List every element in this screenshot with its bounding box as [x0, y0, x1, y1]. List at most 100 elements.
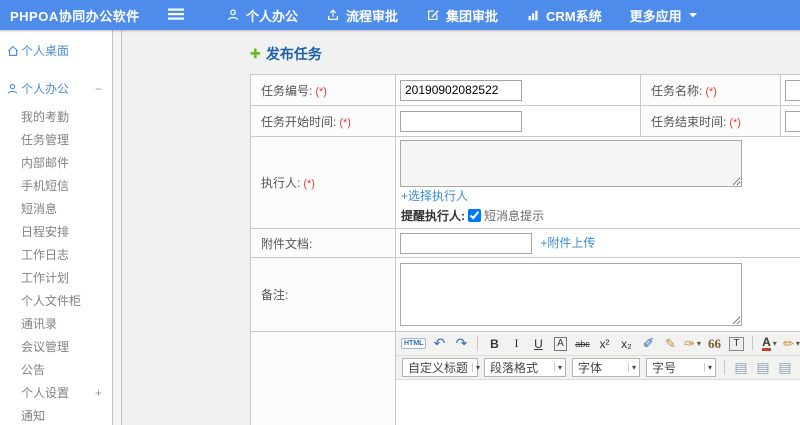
task-no-label-cell: 任务编号: (*)	[250, 74, 396, 106]
sidebar-item-short-message[interactable]: 短消息	[0, 198, 112, 221]
main-menu: 个人办公 流程审批 集团审批 CRM系统 更多应用	[212, 6, 712, 25]
sidebar-item-personal-files[interactable]: 个人文件柜	[0, 290, 112, 313]
remove-format-icon[interactable]: ✐	[639, 334, 657, 353]
subscript-icon[interactable]: x₂	[617, 334, 635, 353]
sidebar-item-notification[interactable]: 通知	[0, 405, 112, 425]
sidebar-item-personal-office[interactable]: 个人办公 −	[0, 74, 112, 104]
paste-as-text-icon[interactable]: T	[727, 334, 745, 353]
task-no-input[interactable]	[400, 79, 522, 101]
superscript-icon[interactable]: x²	[595, 334, 613, 353]
font-color-icon[interactable]: A ▾	[760, 334, 778, 353]
remark-textarea[interactable]	[400, 263, 742, 326]
editor-toolbar-row2: 自定义标题 ▾ 段落格式 ▾ 字体 ▾ 字号 ▾ ▤ ▤ ▤	[396, 356, 800, 380]
required-mark: (*)	[729, 116, 741, 129]
caret-down-icon: ▾	[553, 363, 562, 372]
start-time-label-cell: 任务开始时间: (*)	[250, 105, 396, 137]
font-style-box-icon[interactable]: A	[551, 334, 569, 353]
redo-icon[interactable]: ↷	[452, 334, 470, 353]
blockquote-icon[interactable]: 66	[705, 334, 723, 353]
sidebar-item-work-plan[interactable]: 工作计划	[0, 267, 112, 290]
sidebar: 个人桌面 个人办公 − 我的考勤 任务管理 内部邮件 手机短信 短消息 日程安排…	[0, 30, 112, 425]
remind-executor-label: 提醒执行人:	[401, 209, 465, 223]
content-label-cell	[250, 331, 396, 425]
font-size-select[interactable]: 字号 ▾	[646, 358, 716, 377]
sidebar-item-announcement[interactable]: 公告	[0, 359, 112, 382]
sidebar-item-meeting-management[interactable]: 会议管理	[0, 336, 112, 359]
attachment-label-cell: 附件文档:	[250, 228, 396, 258]
sidebar-item-personal-settings[interactable]: 个人设置 +	[0, 382, 112, 405]
html-source-icon[interactable]: HTML	[401, 334, 427, 353]
sms-remind-label: 短消息提示	[484, 209, 545, 223]
align-left-icon[interactable]: ▤	[732, 358, 750, 377]
nav-crm-system[interactable]: CRM系统	[526, 6, 602, 25]
hamburger-icon	[168, 7, 184, 24]
attachment-upload-link[interactable]: +附件上传	[540, 236, 595, 251]
underline-icon[interactable]: U	[529, 334, 547, 353]
sidebar-item-schedule[interactable]: 日程安排	[0, 221, 112, 244]
edit-icon	[426, 8, 440, 22]
caret-down-icon: ▾	[627, 363, 636, 372]
align-right-icon[interactable]: ▤	[776, 358, 794, 377]
editor-content-area[interactable]	[396, 380, 800, 425]
main-content: ✚ 发布任务 任务编号:(*) 任务名称:(*)	[122, 30, 800, 425]
person-icon	[226, 8, 240, 22]
nav-process-approval[interactable]: 流程审批	[326, 6, 398, 25]
clean-brush-icon[interactable]: ✎	[661, 334, 679, 353]
task-name-label-cell: 任务名称: (*)	[640, 74, 781, 106]
menu-toggle-button[interactable]	[168, 7, 184, 24]
undo-icon[interactable]: ↶	[430, 334, 448, 353]
sidebar-item-work-log[interactable]: 工作日志	[0, 244, 112, 267]
nav-personal-office[interactable]: 个人办公	[226, 6, 298, 25]
caret-down-icon: ▾	[472, 363, 480, 372]
sms-remind-checkbox[interactable]	[468, 209, 481, 222]
editor-toolbar-row1: HTML ↶ ↷ B I U A abc x² x₂ ✐ ✎ ✑ ▾ 66 T …	[396, 332, 800, 356]
format-painter-icon[interactable]: ✑ ▾	[683, 334, 701, 353]
sidebar-item-mobile-sms[interactable]: 手机短信	[0, 175, 112, 198]
executor-textarea[interactable]	[400, 140, 742, 187]
plus-icon: ✚	[250, 46, 261, 61]
select-executor-link[interactable]: +选择执行人	[401, 189, 468, 204]
sidebar-item-task-management[interactable]: 任务管理	[0, 129, 112, 152]
sidebar-scrollbar[interactable]	[112, 30, 122, 425]
task-name-input[interactable]	[785, 79, 800, 101]
nav-more-apps[interactable]: 更多应用	[630, 6, 698, 25]
font-family-select[interactable]: 字体 ▾	[572, 358, 640, 377]
bold-icon[interactable]: B	[485, 334, 503, 353]
caret-down-icon	[688, 11, 698, 19]
required-mark: (*)	[303, 178, 315, 190]
sidebar-item-contacts[interactable]: 通讯录	[0, 313, 112, 336]
remark-label-cell: 备注:	[250, 257, 396, 332]
end-time-label-cell: 任务结束时间: (*)	[640, 105, 781, 137]
separator	[752, 336, 754, 351]
paragraph-format-select[interactable]: 段落格式 ▾	[484, 358, 566, 377]
toggle-icon[interactable]: −	[95, 74, 102, 104]
italic-icon[interactable]: I	[507, 334, 525, 353]
rich-text-editor: HTML ↶ ↷ B I U A abc x² x₂ ✐ ✎ ✑ ▾ 66 T …	[395, 331, 800, 425]
required-mark: (*)	[705, 85, 717, 98]
required-mark: (*)	[339, 116, 351, 129]
required-mark: (*)	[315, 85, 327, 98]
page-title: 发布任务	[265, 46, 322, 62]
sidebar-item-personal-desktop[interactable]: 个人桌面	[0, 36, 112, 66]
nav-group-approval[interactable]: 集团审批	[426, 6, 498, 25]
top-navbar: PHPOA协同办公软件 个人办公 流程审批 集团审批 CRM系统 更多应用	[0, 0, 800, 30]
process-icon	[326, 8, 340, 22]
sidebar-item-my-attendance[interactable]: 我的考勤	[0, 106, 112, 129]
end-time-input[interactable]	[785, 110, 800, 132]
app-brand: PHPOA协同办公软件	[10, 8, 140, 24]
sidebar-item-internal-mail[interactable]: 内部邮件	[0, 152, 112, 175]
highlight-pen-icon[interactable]: ✏ ▾	[782, 334, 800, 353]
executor-label-cell: 执行人: (*)	[250, 136, 396, 229]
bar-chart-icon	[526, 8, 540, 22]
attachment-input[interactable]	[400, 232, 532, 254]
phpoa-app: PHPOA协同办公软件 个人办公 流程审批 集团审批 CRM系统 更多应用 个人…	[0, 0, 800, 425]
publish-task-form: 任务编号:(*) 任务名称:(*) 任务开始时间:(*)	[250, 74, 800, 425]
caret-down-icon: ▾	[703, 363, 712, 372]
start-time-input[interactable]	[400, 110, 522, 132]
custom-heading-select[interactable]: 自定义标题 ▾	[402, 358, 480, 377]
strikethrough-icon[interactable]: abc	[573, 334, 591, 353]
separator	[724, 360, 725, 375]
toggle-icon[interactable]: +	[95, 382, 102, 405]
separator	[477, 336, 479, 351]
align-center-icon[interactable]: ▤	[754, 358, 772, 377]
